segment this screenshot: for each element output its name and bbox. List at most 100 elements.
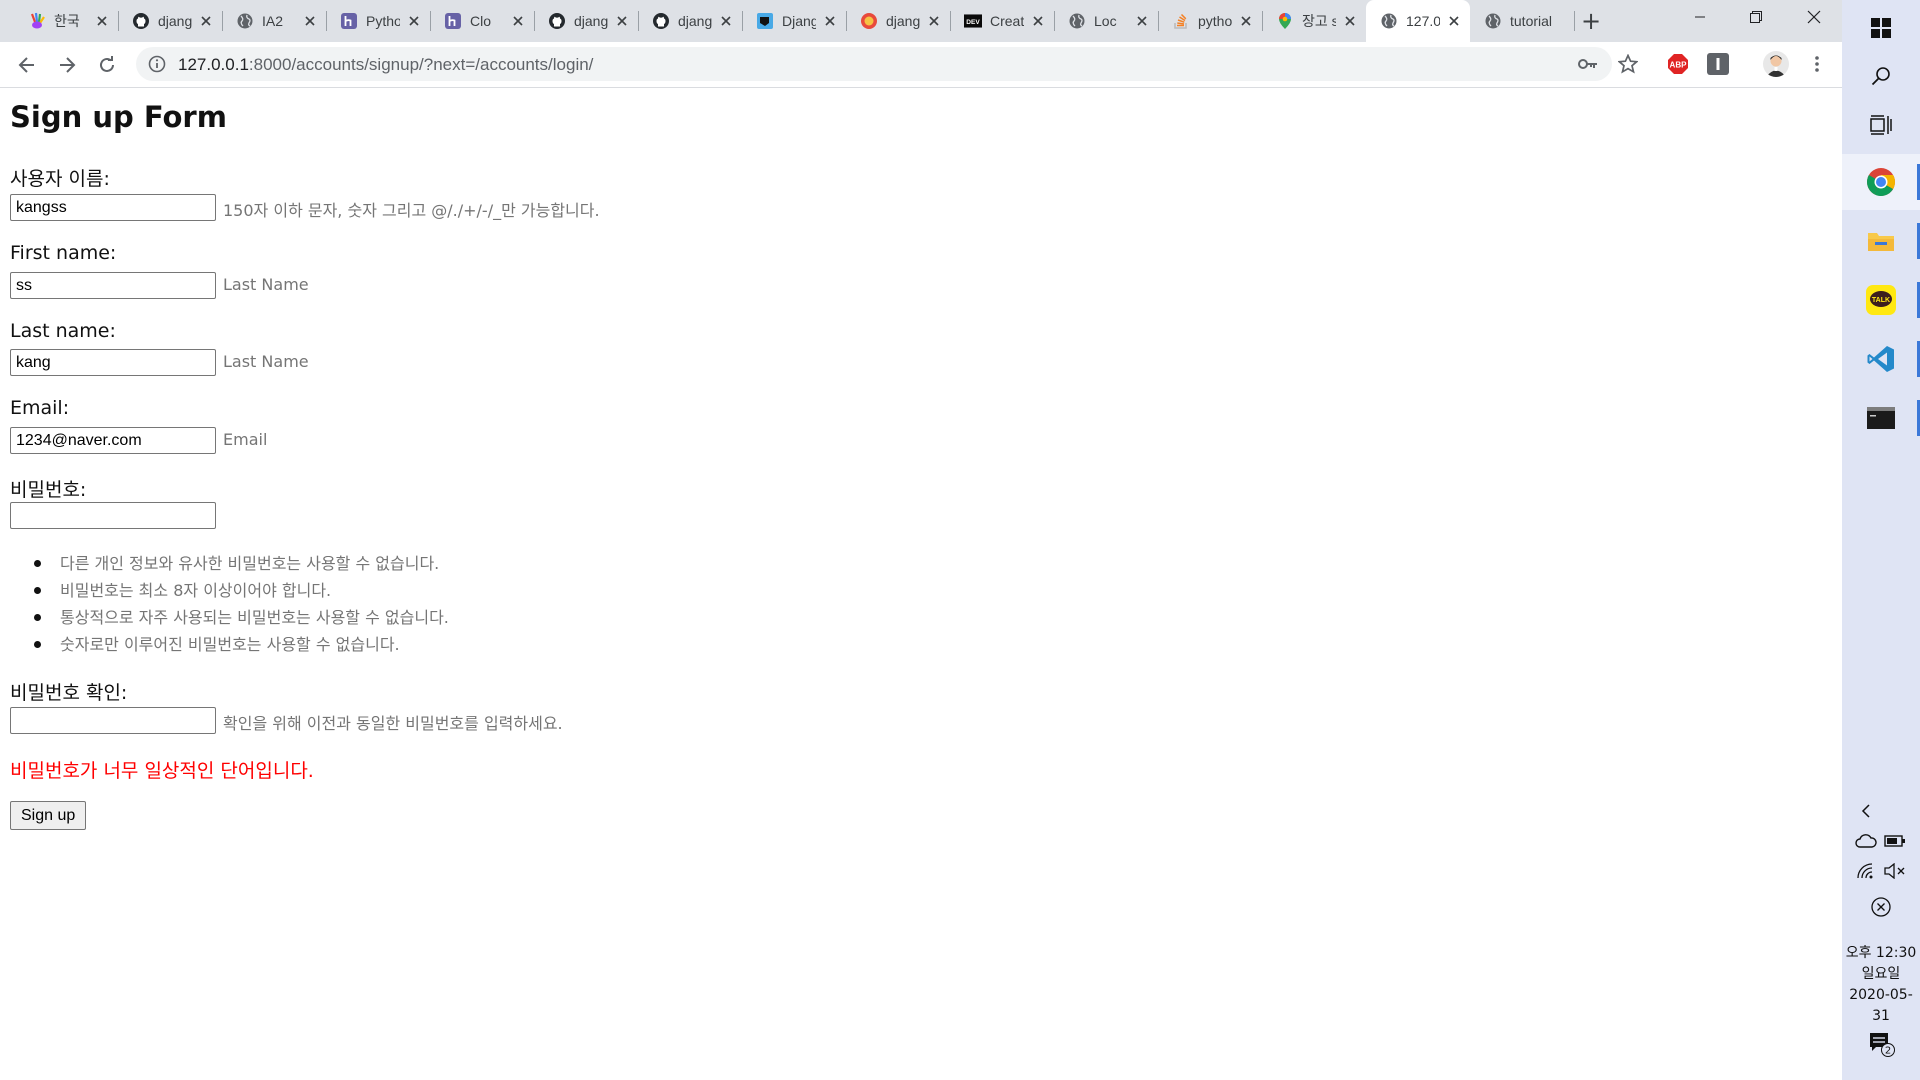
task-view-button[interactable] (1842, 97, 1920, 153)
tab[interactable]: IA2 (222, 6, 326, 36)
tab[interactable]: 장고 sta (1262, 6, 1366, 36)
colorful-hand-icon (28, 12, 46, 30)
tab-close-icon[interactable] (510, 13, 526, 29)
tab[interactable]: django (638, 6, 742, 36)
password-key-button[interactable] (1578, 54, 1598, 74)
tab[interactable]: django (118, 6, 222, 36)
tab[interactable]: Loc (1054, 6, 1158, 36)
password-confirm-input[interactable] (10, 707, 216, 734)
battery-tray-button[interactable] (1884, 830, 1906, 852)
tab-title: django (158, 13, 192, 29)
onedrive-tray-button[interactable] (1855, 830, 1877, 852)
password-rule-text: 다른 개인 정보와 유사한 비밀번호는 사용할 수 없습니다. (60, 554, 440, 573)
search-button[interactable] (1842, 48, 1920, 104)
tab-close-icon[interactable] (926, 13, 942, 29)
tab[interactable]: Clo (430, 6, 534, 36)
tab-separator (1574, 11, 1575, 31)
tab[interactable]: tutorial (1470, 6, 1574, 36)
kakaotalk-icon: TALK (1866, 285, 1896, 315)
heroku-icon (340, 12, 358, 30)
password-rule-text: 통상적으로 자주 사용되는 비밀번호는 사용할 수 없습니다. (60, 608, 449, 627)
tab[interactable]: Django (742, 6, 846, 36)
clock-date: 2020-05-31 (1849, 987, 1913, 1024)
tab[interactable]: DEV Create (950, 6, 1054, 36)
first-name-input[interactable] (10, 272, 216, 299)
github-icon (548, 12, 566, 30)
page-content: Sign up Form 사용자 이름: 150자 이하 문자, 숫자 그리고 … (0, 88, 1842, 1080)
tab-title: Clo (470, 13, 492, 29)
tab-close-icon[interactable] (822, 13, 838, 29)
reload-button[interactable] (91, 49, 123, 81)
password-input[interactable] (10, 502, 216, 529)
volume-tray-button[interactable] (1884, 860, 1906, 882)
email-label: Email: (10, 397, 70, 419)
url-host: 127.0.0.1 (178, 55, 249, 74)
first-name-label: First name: (10, 242, 117, 264)
tab-close-icon[interactable] (718, 13, 734, 29)
chevron-left-icon (1861, 804, 1870, 818)
tab-close-icon[interactable] (1134, 13, 1150, 29)
tab-close-icon[interactable] (1446, 13, 1462, 29)
notification-center-button[interactable]: 2 (1868, 1030, 1896, 1058)
tab-close-icon[interactable] (94, 13, 110, 29)
url-path: :8000/accounts/signup/?next=/accounts/lo… (248, 55, 594, 74)
network-tray-button[interactable] (1855, 860, 1877, 882)
stackoverflow-icon (1172, 12, 1190, 30)
show-hidden-icons-button[interactable] (1855, 800, 1877, 822)
info-icon[interactable] (148, 55, 166, 73)
tab-close-icon[interactable] (406, 13, 422, 29)
last-name-input[interactable] (10, 349, 216, 376)
adblock-plus-extension[interactable]: ABP (1667, 53, 1689, 75)
chrome-browser-window: 한국 django IA2 Python Clo django django Django dj… (0, 0, 1842, 1080)
wifi-icon (1857, 863, 1873, 879)
taskbar-terminal[interactable] (1842, 390, 1920, 446)
restore-button[interactable] (1728, 0, 1784, 34)
last-name-help-text: Last Name (223, 352, 309, 371)
screen: 한국 django IA2 Python Clo django django Django dj… (0, 0, 1920, 1080)
username-input[interactable] (10, 194, 216, 221)
tab-close-icon[interactable] (1342, 13, 1358, 29)
taskbar-file-explorer[interactable] (1842, 213, 1920, 269)
taskbar-clock[interactable]: 오후 12:30 일요일 2020-05-31 (1842, 943, 1920, 1027)
taskbar-vscode[interactable] (1842, 331, 1920, 387)
chrome-icon (1867, 168, 1895, 196)
browser-toolbar: 127.0.0.1:8000/accounts/signup/?next=/ac… (0, 42, 1842, 88)
url-text[interactable]: 127.0.0.1:8000/accounts/signup/?next=/ac… (178, 55, 593, 75)
github-icon (652, 12, 670, 30)
close-window-button[interactable] (1786, 0, 1842, 34)
email-input[interactable] (10, 427, 216, 454)
tab-active[interactable]: 127.0.0.1 (1366, 0, 1470, 42)
heroku-icon (444, 12, 462, 30)
tab-title: Create (990, 13, 1024, 29)
address-bar[interactable]: 127.0.0.1:8000/accounts/signup/?next=/ac… (136, 47, 1638, 81)
tab[interactable]: Python (326, 6, 430, 36)
tab[interactable]: 한국 (14, 6, 118, 36)
tab-close-icon[interactable] (302, 13, 318, 29)
forward-arrow-icon (60, 57, 76, 73)
new-tab-button[interactable]: + (1578, 8, 1604, 34)
adblock-plus-icon: ABP (1668, 54, 1688, 74)
back-button[interactable] (11, 49, 43, 81)
bullet-icon (34, 587, 41, 594)
tab[interactable]: django (846, 6, 950, 36)
chrome-menu-button[interactable] (1806, 53, 1828, 75)
password-rule-item: 비밀번호는 최소 8자 이상이어야 합니다. (34, 577, 449, 604)
tab[interactable]: python (1158, 6, 1262, 36)
bookmark-star-button[interactable] (1618, 54, 1638, 74)
tab-close-icon[interactable] (198, 13, 214, 29)
forward-button[interactable] (51, 49, 83, 81)
bullet-icon (34, 641, 41, 648)
tab[interactable]: django (534, 6, 638, 36)
tab-close-icon[interactable] (614, 13, 630, 29)
profile-avatar[interactable] (1763, 51, 1789, 77)
password-rule-text: 비밀번호는 최소 8자 이상이어야 합니다. (60, 581, 332, 600)
minimize-button[interactable] (1672, 0, 1728, 34)
tab-close-icon[interactable] (1238, 13, 1254, 29)
taskbar-kakaotalk[interactable]: TALK (1842, 272, 1920, 328)
action-status-tray-button[interactable] (1870, 896, 1892, 918)
reload-icon (100, 56, 114, 72)
tab-close-icon[interactable] (1030, 13, 1046, 29)
instapaper-extension[interactable] (1707, 53, 1729, 75)
taskbar-chrome[interactable] (1842, 154, 1920, 210)
sign-up-button[interactable]: Sign up (10, 801, 87, 830)
